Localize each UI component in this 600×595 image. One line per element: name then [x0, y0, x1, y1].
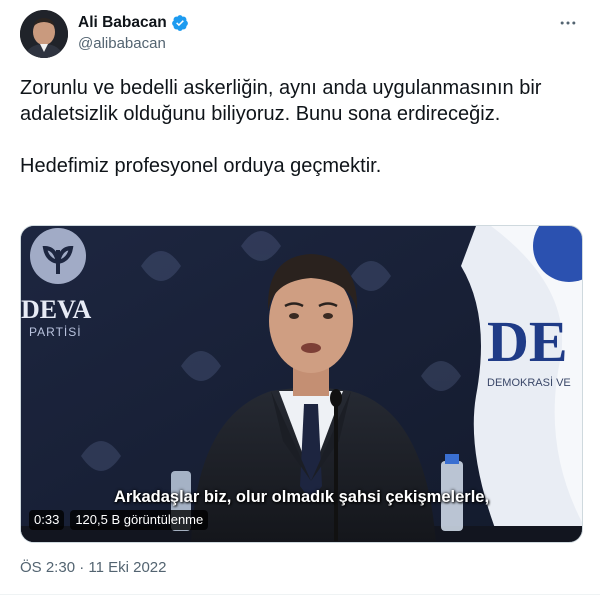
video-info: 0:33 120,5 B görüntülenme [29, 510, 209, 530]
video-duration: 0:33 [29, 510, 65, 530]
avatar-image [20, 10, 68, 58]
banner-text: DE [487, 309, 568, 374]
tweet-text: Zorunlu ve bedelli askerliğin, aynı anda… [20, 77, 542, 177]
deva-logo-text: DEVA [21, 295, 92, 324]
video-subtitle: Arkadaşlar biz, olur olmadık şahsi çekiş… [113, 488, 490, 506]
author-handle[interactable]: @alibabacan [78, 35, 189, 52]
author-names: Ali Babacan @alibabacan [78, 12, 189, 52]
video-player[interactable]: DEVA PARTİSİ DE DEMOKRASİ VE Arkadaşlar … [20, 225, 583, 543]
more-horizontal-icon [560, 21, 576, 25]
deva-logo [30, 228, 86, 284]
deva-logo-subtext: PARTİSİ [29, 325, 82, 339]
video-views: 120,5 B görüntülenme [70, 510, 209, 530]
more-options-button[interactable] [554, 12, 582, 34]
display-name-row: Ali Babacan [78, 12, 189, 34]
tweet-timestamp[interactable]: ÖS 2:30 · 11 Eki 2022 [20, 559, 166, 576]
tweet-header: Ali Babacan @alibabacan [20, 10, 582, 60]
verified-badge-icon [171, 14, 189, 32]
tweet-card: Ali Babacan @alibabacan Zorunlu ve bedel… [0, 0, 600, 595]
avatar[interactable] [20, 10, 68, 58]
banner-subtext: DEMOKRASİ VE [487, 376, 571, 389]
display-name[interactable]: Ali Babacan [78, 14, 167, 32]
